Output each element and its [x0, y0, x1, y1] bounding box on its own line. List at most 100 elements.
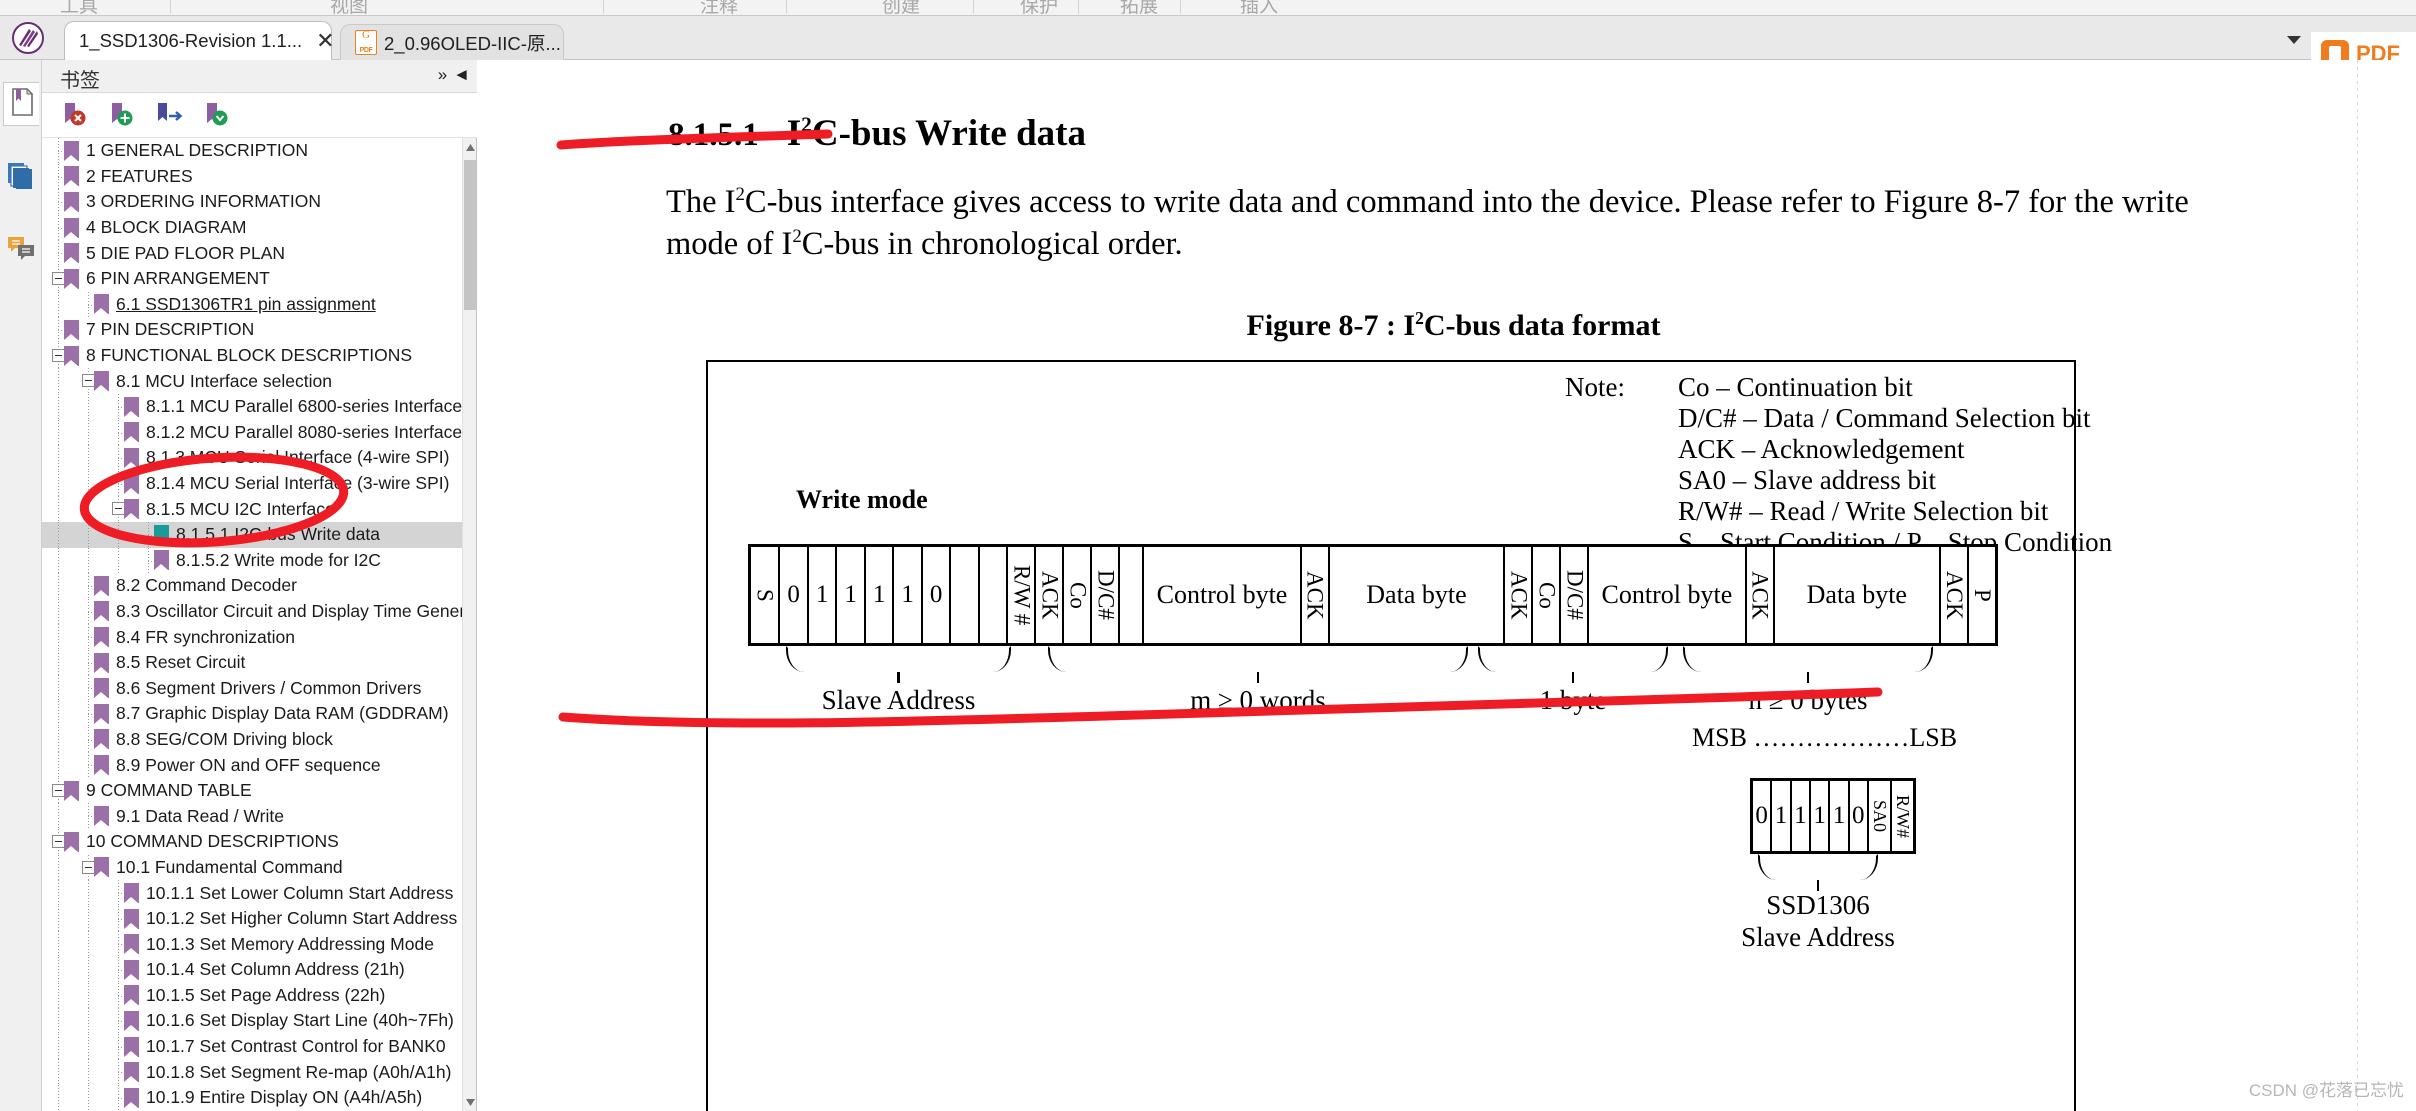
bookmark-item[interactable]: 2 FEATURES — [42, 163, 463, 190]
msb-lsb-label: MSB ………………LSB — [1692, 723, 1958, 752]
tree-guide-line — [88, 905, 89, 932]
menu-item-1[interactable]: 视图 — [330, 0, 368, 15]
bookmark-item[interactable]: 8.8 SEG/COM Driving block — [42, 726, 463, 753]
bookmark-flag-icon — [94, 678, 109, 699]
bookmark-item[interactable]: 10.1.9 Entire Display ON (A4h/A5h) — [42, 1084, 463, 1111]
bookmark-item[interactable]: 8.5 Reset Circuit — [42, 649, 463, 676]
bookmarks-tree[interactable]: 1 GENERAL DESCRIPTION 2 FEATURES 3 ORDERIN… — [42, 138, 463, 1111]
tab-label: 2_0.96OLED-IIC-原... — [384, 32, 561, 54]
tab-close-icon[interactable]: ✕ — [316, 30, 334, 52]
bookmark-item[interactable]: 1 GENERAL DESCRIPTION — [42, 138, 463, 164]
bookmark-item-label: 10.1.5 Set Page Address (22h) — [146, 984, 386, 1005]
bookmark-item[interactable]: 3 ORDERING INFORMATION — [42, 189, 463, 215]
frame-cell: 1 — [894, 547, 923, 643]
tree-guide-line — [58, 854, 59, 881]
chevron-down-icon[interactable] — [2287, 36, 2301, 44]
address-control-label: R/W# — [1892, 794, 1913, 838]
bookmark-item[interactable]: 10.1.7 Set Contrast Control for BANK0 — [42, 1033, 463, 1060]
menu-item-3[interactable]: 创建 — [882, 0, 920, 15]
bookmark-flag-icon — [64, 243, 79, 264]
bookmark-item-label: 9.1 Data Read / Write — [116, 805, 284, 826]
frame-cell-label: ACK — [1506, 570, 1532, 620]
menu-item-0[interactable]: 工具 — [60, 0, 98, 15]
menu-bar[interactable]: 工具 视图 注释 创建 保护 拓展 插入 — [0, 0, 2416, 16]
bookmark-item[interactable]: 8.3 Oscillator Circuit and Display Time … — [42, 598, 463, 625]
bookmark-item[interactable]: 6 PIN ARRANGEMENT — [42, 265, 463, 292]
bookmarks-scrollbar[interactable] — [462, 138, 476, 1111]
left-icon-rail — [0, 60, 42, 1111]
comments-icon — [7, 236, 35, 265]
bookmark-item[interactable]: 10.1.6 Set Display Start Line (40h~7Fh) — [42, 1008, 463, 1034]
frame-cell-label: D/C# — [1562, 570, 1588, 620]
bookmark-item[interactable]: 7 PIN DESCRIPTION — [42, 317, 463, 343]
bookmark-item[interactable]: 8.9 Power ON and OFF sequence — [42, 752, 463, 778]
bookmark-flag-icon — [94, 703, 109, 724]
rail-button-comments[interactable] — [3, 228, 39, 272]
bookmark-item[interactable]: 8.1 MCU Interface selection — [42, 368, 463, 394]
frame-cell: 1 — [866, 547, 895, 643]
bookmark-item[interactable]: 8.1.5.2 Write mode for I2C — [42, 547, 463, 574]
scroll-down-arrow-icon[interactable] — [463, 1093, 477, 1111]
bookmark-item[interactable]: 9 COMMAND TABLE — [42, 777, 463, 804]
bookmark-flag-icon — [64, 217, 79, 238]
bookmark-item[interactable]: 8.1.2 MCU Parallel 8080-series Interface — [42, 419, 463, 446]
bookmark-options-icon[interactable] — [202, 101, 232, 131]
scroll-up-arrow-icon[interactable] — [463, 138, 477, 156]
frame-cell — [1120, 547, 1145, 643]
address-control-cell: SA0 — [1869, 781, 1892, 851]
address-bit-cell: 0 — [1850, 781, 1869, 851]
collapse-all-icon[interactable]: » — [438, 66, 448, 83]
bookmark-item[interactable]: 8.2 Command Decoder — [42, 573, 463, 599]
bookmark-item[interactable]: 8.1.3 MCU Serial Interface (4-wire SPI) — [42, 445, 463, 471]
frame-cell-label: 0 — [929, 581, 943, 608]
tab-document-1[interactable]: 1_SSD1306-Revision 1.1... ✕ — [64, 21, 335, 60]
add-bookmark-icon[interactable] — [107, 101, 137, 131]
bookmark-item[interactable]: 8.1.4 MCU Serial Interface (3-wire SPI) — [42, 470, 463, 497]
bookmark-item[interactable]: 10.1 Fundamental Command — [42, 854, 463, 881]
address-bit-cell: 1 — [1811, 781, 1831, 851]
tab-document-2[interactable]: 2_0.96OLED-IIC-原... — [340, 24, 564, 60]
menu-item-4[interactable]: 保护 — [1020, 0, 1058, 15]
bookmark-item[interactable]: 8.1.5 MCU I2C Interface — [42, 496, 463, 522]
menu-item-5[interactable]: 拓展 — [1120, 0, 1158, 15]
bookmark-flag-icon — [94, 857, 109, 878]
bookmark-item[interactable]: 8.1.1 MCU Parallel 6800-series Interface — [42, 393, 463, 420]
tree-guide-line — [88, 880, 89, 906]
scrollbar-thumb[interactable] — [464, 160, 476, 310]
menu-item-6[interactable]: 插入 — [1240, 0, 1278, 15]
tree-guide-line — [88, 982, 89, 1009]
delete-bookmark-icon[interactable] — [60, 101, 90, 131]
bookmark-item[interactable]: 6.1 SSD1306TR1 pin assignment — [42, 291, 463, 318]
tree-guide-line — [58, 982, 59, 1009]
bookmark-item[interactable]: 8.6 Segment Drivers / Common Drivers — [42, 675, 463, 702]
bookmark-item[interactable]: 8.1.5.1 I2C-bus Write data — [42, 521, 463, 548]
tree-guide-line — [58, 1059, 59, 1085]
bookmark-item[interactable]: 8.7 Graphic Display Data RAM (GDDRAM) — [42, 701, 463, 727]
rail-button-pages[interactable] — [3, 156, 39, 200]
frame-cell — [951, 547, 980, 643]
paragraph-sup2: 2 — [792, 225, 802, 247]
rail-button-bookmarks[interactable] — [3, 82, 39, 126]
bookmark-flag-icon — [154, 524, 169, 545]
bookmark-item[interactable]: 10.1.3 Set Memory Addressing Mode — [42, 931, 463, 957]
bookmark-item[interactable]: 10.1.2 Set Higher Column Start Address — [42, 905, 463, 932]
bookmark-item[interactable]: 8.4 FR synchronization — [42, 624, 463, 650]
bookmark-item[interactable]: 9.1 Data Read / Write — [42, 803, 463, 830]
bookmark-item[interactable]: 5 DIE PAD FLOOR PLAN — [42, 240, 463, 266]
menu-item-2[interactable]: 注释 — [700, 0, 738, 15]
bookmark-item[interactable]: 10.1.5 Set Page Address (22h) — [42, 982, 463, 1009]
tree-guide-line — [58, 393, 59, 420]
document-viewer[interactable]: 8.1.5.1 I2C-bus Write data The I2C-bus in… — [478, 60, 2416, 1111]
address-bit-label: 1 — [1794, 802, 1807, 829]
tree-guide-line — [58, 752, 59, 778]
goto-bookmark-icon[interactable] — [155, 101, 185, 131]
bookmarks-panel: 书签 » ◄ 1 GENERAL DESCRIPTION 2 FEATURES … — [42, 60, 477, 1111]
bookmark-item[interactable]: 8 FUNCTIONAL BLOCK DESCRIPTIONS — [42, 342, 463, 369]
collapse-panel-icon[interactable]: ◄ — [453, 66, 470, 83]
bookmark-item[interactable]: 10.1.1 Set Lower Column Start Address — [42, 880, 463, 906]
bookmark-item[interactable]: 10.1.4 Set Column Address (21h) — [42, 957, 463, 983]
bookmark-item[interactable]: 4 BLOCK DIAGRAM — [42, 214, 463, 241]
frame-cell: 0 — [923, 547, 952, 643]
bookmark-item[interactable]: 10.1.8 Set Segment Re-map (A0h/A1h) — [42, 1059, 463, 1085]
bookmark-item[interactable]: 10 COMMAND DESCRIPTIONS — [42, 829, 463, 855]
